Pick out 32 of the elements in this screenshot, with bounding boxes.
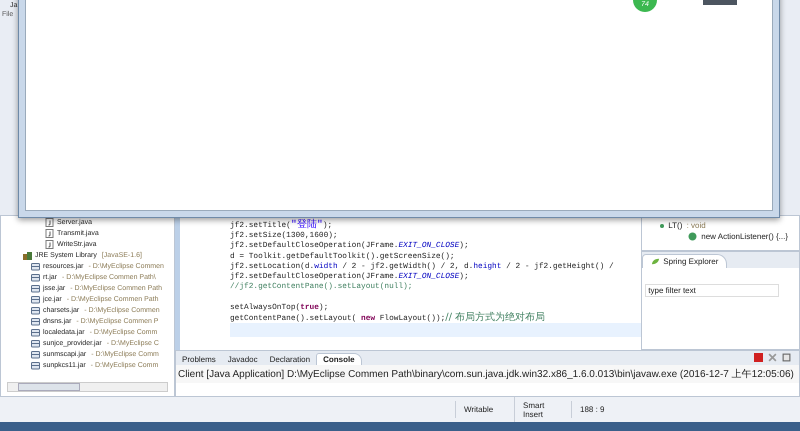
panel-tab[interactable]: Javadoc	[222, 354, 264, 365]
library-icon	[23, 251, 32, 260]
panel-tab[interactable]: Spring Explorer	[642, 254, 728, 268]
status-field: 188 : 9	[571, 401, 612, 418]
status-field: Writable	[455, 401, 514, 418]
code-editor[interactable]	[175, 215, 642, 350]
console-output: Client [Java Application] D:\MyEclipse Commen Path\binary\com.sun.java.jdk.win32.x86_1.6.0.013\bin\javaw.exe (2016-12-7 上午12:05:06)	[176, 365, 799, 383]
jar-icon	[31, 361, 40, 370]
jar-icon	[31, 339, 40, 348]
panel-tab[interactable]: Console	[316, 353, 362, 365]
outline-item[interactable]: LT() : void	[642, 220, 799, 231]
pin-icon[interactable]	[782, 353, 791, 362]
class-icon	[688, 232, 698, 241]
filter-field[interactable]: type filter text	[645, 284, 779, 297]
outline-item[interactable]: new ActionListener() {...}	[642, 231, 799, 242]
panel-tab[interactable]: Declaration	[264, 354, 316, 365]
thumbnail-window	[703, 0, 737, 5]
jar-icon	[31, 317, 40, 326]
jar-icon	[31, 328, 40, 337]
jar-icon	[31, 295, 40, 304]
jar-icon	[31, 284, 40, 293]
file-icon	[45, 240, 54, 249]
jar-icon	[31, 306, 40, 315]
close-icon[interactable]	[768, 353, 777, 362]
jar-icon	[31, 273, 40, 282]
file-icon	[45, 218, 54, 227]
horizontal-scrollbar[interactable]	[7, 382, 168, 392]
leaf-icon	[651, 257, 660, 266]
jar-icon	[31, 350, 40, 359]
jar-icon	[31, 262, 40, 271]
panel-tab[interactable]: Problems	[176, 354, 222, 365]
file-icon	[45, 229, 54, 238]
